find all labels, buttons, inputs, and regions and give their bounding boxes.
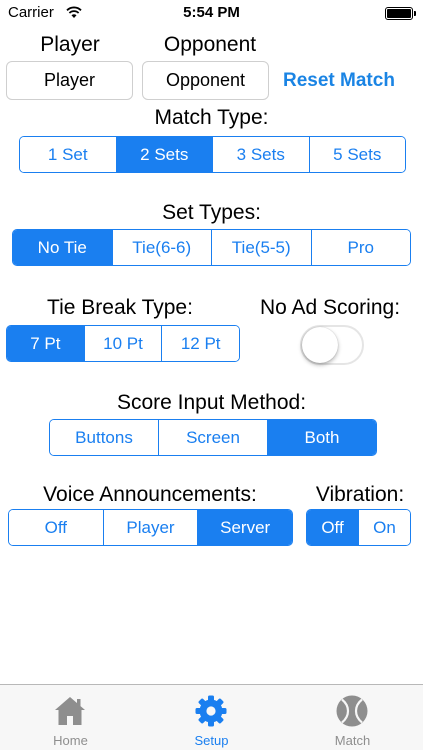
tie-break-control: 7 Pt 10 Pt 12 Pt bbox=[6, 325, 240, 362]
set-types-control: No Tie Tie(6-6) Tie(5-5) Pro bbox=[12, 229, 411, 266]
voice-player[interactable]: Player bbox=[102, 510, 198, 545]
set-type-no-tie[interactable]: No Tie bbox=[13, 230, 112, 265]
reset-match-button[interactable]: Reset Match bbox=[283, 70, 395, 92]
match-type-5-sets[interactable]: 5 Sets bbox=[308, 137, 405, 172]
tie-break-12-pt[interactable]: 12 Pt bbox=[161, 326, 239, 361]
tab-home[interactable]: Home bbox=[0, 685, 141, 750]
score-input-label: Score Input Method: bbox=[116, 391, 307, 414]
vibration-on[interactable]: On bbox=[358, 510, 410, 545]
status-bar: Carrier 5:54 PM bbox=[0, 0, 423, 26]
score-input-buttons[interactable]: Buttons bbox=[50, 420, 158, 455]
tie-break-7-pt[interactable]: 7 Pt bbox=[7, 326, 84, 361]
player-heading: Player bbox=[40, 33, 100, 56]
no-ad-scoring-toggle[interactable] bbox=[300, 325, 364, 365]
score-input-control: Buttons Screen Both bbox=[49, 419, 377, 456]
toggle-knob bbox=[302, 327, 338, 363]
gear-icon bbox=[195, 695, 227, 727]
player-name-button[interactable]: Player bbox=[6, 61, 133, 100]
battery-icon bbox=[385, 7, 416, 20]
tab-setup[interactable]: Setup bbox=[141, 685, 282, 750]
voice-announcements-control: Off Player Server bbox=[8, 509, 293, 546]
match-type-control: 1 Set 2 Sets 3 Sets 5 Sets bbox=[19, 136, 406, 173]
vibration-off[interactable]: Off bbox=[307, 510, 358, 545]
match-type-1-set[interactable]: 1 Set bbox=[20, 137, 116, 172]
match-type-label: Match Type: bbox=[154, 106, 269, 129]
set-types-label: Set Types: bbox=[162, 201, 261, 224]
tab-home-label: Home bbox=[53, 733, 88, 748]
set-type-pro[interactable]: Pro bbox=[310, 230, 410, 265]
opponent-name-button[interactable]: Opponent bbox=[142, 61, 269, 100]
tab-match-label: Match bbox=[334, 733, 371, 748]
tab-setup-label: Setup bbox=[194, 733, 229, 748]
vibration-control: Off On bbox=[306, 509, 411, 546]
tennis-ball-icon bbox=[336, 695, 368, 727]
tab-match[interactable]: Match bbox=[282, 685, 423, 750]
tab-bar: Home Setup Match bbox=[0, 684, 423, 750]
set-type-tie-5-5[interactable]: Tie(5-5) bbox=[211, 230, 311, 265]
voice-off[interactable]: Off bbox=[9, 510, 103, 545]
clock: 5:54 PM bbox=[183, 4, 240, 21]
tie-break-10-pt[interactable]: 10 Pt bbox=[83, 326, 162, 361]
tie-break-label: Tie Break Type: bbox=[47, 296, 193, 319]
no-ad-scoring-label: No Ad Scoring: bbox=[259, 296, 401, 319]
house-icon bbox=[55, 697, 85, 725]
voice-announcements-label: Voice Announcements: bbox=[43, 483, 257, 506]
set-type-tie-6-6[interactable]: Tie(6-6) bbox=[111, 230, 211, 265]
opponent-heading: Opponent bbox=[163, 33, 257, 56]
score-input-screen[interactable]: Screen bbox=[158, 420, 267, 455]
voice-server[interactable]: Server bbox=[197, 510, 292, 545]
score-input-both[interactable]: Both bbox=[267, 420, 376, 455]
vibration-label: Vibration: bbox=[315, 483, 405, 506]
match-type-2-sets[interactable]: 2 Sets bbox=[115, 137, 212, 172]
match-type-3-sets[interactable]: 3 Sets bbox=[212, 137, 309, 172]
